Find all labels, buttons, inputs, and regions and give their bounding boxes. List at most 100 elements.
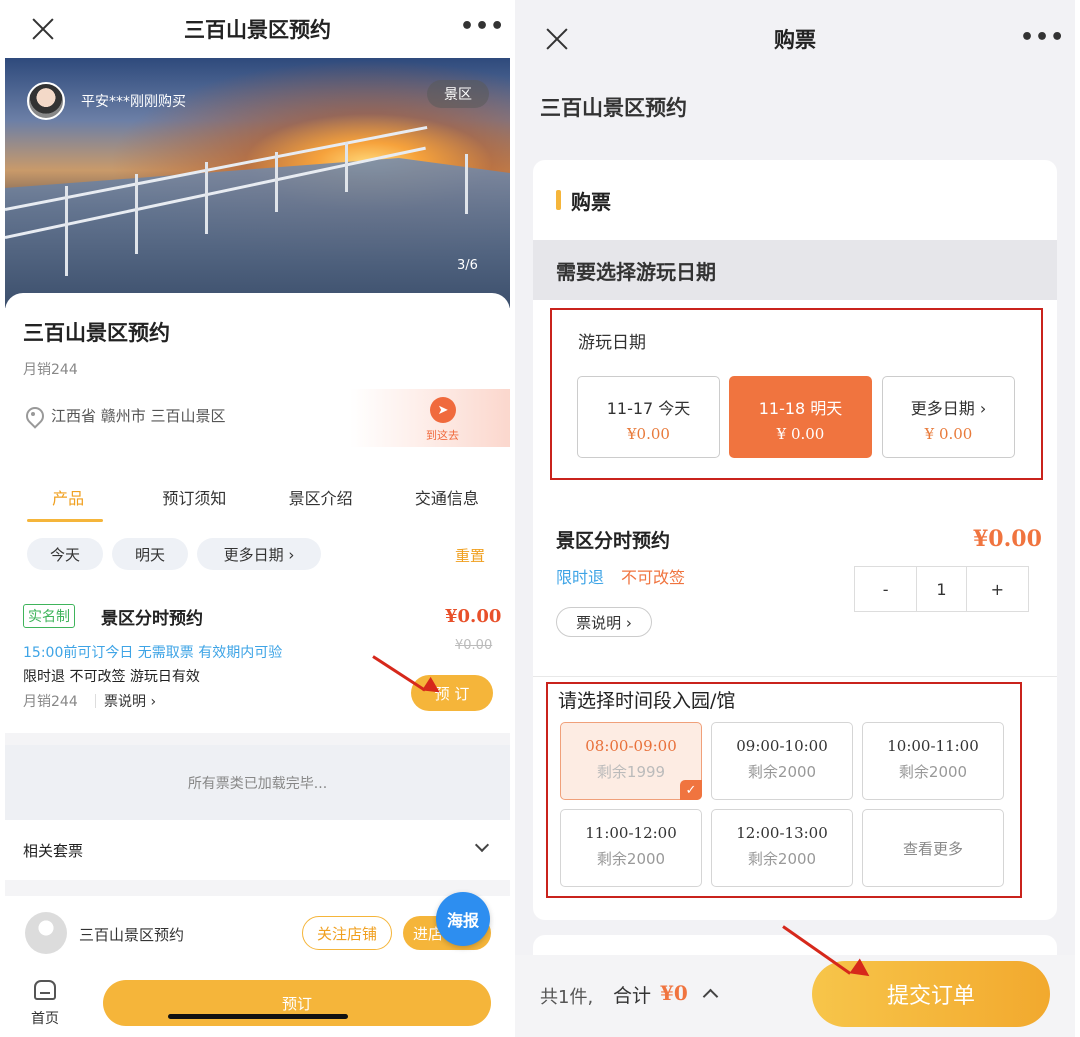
slot-remaining: 剩余2000 bbox=[747, 763, 817, 781]
time-slot-1000[interactable]: 10:00-11:00 剩余2000 bbox=[862, 722, 1004, 800]
check-icon: ✓ bbox=[680, 780, 702, 800]
slot-time: 10:00-11:00 bbox=[887, 737, 979, 755]
date-option-price: ¥ 0.00 bbox=[776, 425, 825, 443]
no-change-tag: 不可改签 bbox=[621, 568, 686, 587]
page-heading: 三百山景区预约 bbox=[540, 96, 687, 120]
ticket-name: 景区分时预约 bbox=[556, 530, 671, 552]
ticket-sales: 月销244 bbox=[23, 694, 78, 710]
related-bundles-label: 相关套票 bbox=[23, 842, 84, 860]
slot-time: 12:00-13:00 bbox=[736, 824, 828, 842]
monthly-sales: 月销244 bbox=[23, 362, 78, 378]
slot-time: 08:00-09:00 bbox=[585, 737, 677, 755]
tab-transport[interactable]: 交通信息 bbox=[384, 479, 510, 523]
location-row: 江西省 赣州市 三百山景区 bbox=[23, 405, 226, 426]
time-slot-1100[interactable]: 11:00-12:00 剩余2000 bbox=[560, 809, 702, 887]
home-label[interactable]: 首页 bbox=[31, 1008, 59, 1028]
recent-buyer: 平安***刚刚购买 bbox=[27, 82, 186, 120]
chevron-up-icon[interactable] bbox=[702, 988, 719, 1005]
store-name: 三百山景区预约 bbox=[79, 926, 185, 944]
more-icon[interactable]: ••• bbox=[1020, 25, 1065, 50]
need-date-banner: 需要选择游玩日期 bbox=[533, 240, 1057, 300]
total-count: 共1件, bbox=[540, 987, 594, 1008]
section-title: 购票 bbox=[571, 190, 611, 214]
section-marker bbox=[556, 190, 561, 210]
ticket-description-link[interactable]: 票说明 › bbox=[104, 691, 156, 711]
slot-time: 09:00-10:00 bbox=[736, 737, 828, 755]
ticket-item: 实名制 景区分时预约 ¥0.00 ¥0.00 15:00前可订今日 无需取票 有… bbox=[5, 598, 510, 738]
slot-view-more-label: 查看更多 bbox=[902, 840, 963, 858]
home-icon[interactable] bbox=[34, 980, 56, 1000]
slot-remaining: 剩余1999 bbox=[596, 763, 666, 781]
purchase-card: 购票 需要选择游玩日期 游玩日期 11-17 今天 ¥0.00 11-18 明天… bbox=[533, 160, 1057, 920]
date-option-today[interactable]: 11-17 今天 ¥0.00 bbox=[577, 376, 720, 458]
slot-remaining: 剩余2000 bbox=[596, 850, 666, 868]
date-option-tomorrow[interactable]: 11-18 明天 ¥ 0.00 bbox=[729, 376, 872, 458]
realname-badge: 实名制 bbox=[23, 604, 75, 628]
bridge-image bbox=[5, 158, 510, 308]
quantity-value[interactable]: 1 bbox=[916, 567, 967, 611]
divider bbox=[533, 676, 1057, 677]
close-icon[interactable] bbox=[543, 25, 571, 53]
date-option-price: ¥0.00 bbox=[627, 425, 670, 443]
time-slot-0900[interactable]: 09:00-10:00 剩余2000 bbox=[711, 722, 853, 800]
tab-products[interactable]: 产品 bbox=[5, 479, 131, 523]
product-tabs: 产品 预订须知 景区介绍 交通信息 bbox=[5, 479, 510, 523]
location-text: 江西省 赣州市 三百山景区 bbox=[51, 407, 226, 425]
ticket-name: 景区分时预约 bbox=[101, 609, 203, 629]
right-nav-title: 购票 bbox=[774, 28, 816, 52]
ticket-tags: 限时退 不可改签 游玩日有效 bbox=[23, 669, 200, 685]
decrement-button[interactable]: - bbox=[855, 567, 916, 611]
location-pin-icon bbox=[23, 406, 43, 426]
left-nav-title: 三百山景区预约 bbox=[184, 18, 331, 42]
divider bbox=[95, 694, 96, 708]
ticket-price: ¥0.00 bbox=[445, 606, 502, 627]
slot-remaining: 剩余2000 bbox=[747, 850, 817, 868]
tab-booking-notes[interactable]: 预订须知 bbox=[131, 479, 257, 523]
left-screen: 三百山景区预约 ••• 3/6 平安***刚刚购买 景区 三百山景区预约 月销2… bbox=[5, 0, 510, 1037]
home-indicator bbox=[168, 1014, 348, 1019]
more-icon[interactable]: ••• bbox=[460, 14, 505, 39]
refund-tag: 限时退 bbox=[556, 568, 605, 587]
time-slot-highlight: 请选择时间段入园/馆 08:00-09:00 剩余1999 ✓ 09:00-10… bbox=[546, 682, 1022, 898]
chevron-down-icon[interactable] bbox=[474, 837, 490, 853]
recent-buyer-text: 平安***刚刚购买 bbox=[81, 94, 186, 110]
tab-scenic-intro[interactable]: 景区介绍 bbox=[258, 479, 384, 523]
chip-tomorrow[interactable]: 明天 bbox=[112, 538, 188, 570]
increment-button[interactable]: + bbox=[967, 567, 1028, 611]
reserve-button[interactable]: 预订 bbox=[103, 980, 491, 1026]
date-selection-highlight: 游玩日期 11-17 今天 ¥0.00 11-18 明天 ¥ 0.00 更多日期… bbox=[550, 308, 1043, 480]
date-option-label: 更多日期 › bbox=[910, 399, 987, 418]
date-option-more[interactable]: 更多日期 › ¥ 0.00 bbox=[882, 376, 1015, 458]
product-info-card: 三百山景区预约 月销244 江西省 赣州市 三百山景区 ➤ 到这去 产品 预订须… bbox=[5, 293, 510, 733]
ticket-booking-info: 15:00前可订今日 无需取票 有效期内可验 bbox=[23, 645, 283, 661]
need-date-text: 需要选择游玩日期 bbox=[556, 260, 716, 284]
right-screen: 购票 ••• 三百山景区预约 购票 需要选择游玩日期 游玩日期 11-17 今天… bbox=[515, 0, 1075, 1037]
scenic-badge: 景区 bbox=[427, 80, 489, 108]
book-button[interactable]: 预 订 bbox=[411, 675, 493, 711]
chip-today[interactable]: 今天 bbox=[27, 538, 103, 570]
slot-time: 11:00-12:00 bbox=[585, 824, 677, 842]
image-counter: 3/6 bbox=[457, 258, 478, 273]
poster-button[interactable]: 海报 bbox=[436, 892, 490, 946]
active-tab-indicator bbox=[27, 519, 103, 522]
view-more-slots[interactable]: 查看更多 bbox=[862, 809, 1004, 887]
time-slot-0800[interactable]: 08:00-09:00 剩余1999 ✓ bbox=[560, 722, 702, 800]
date-option-label: 11-18 明天 bbox=[758, 399, 843, 418]
ticket-note-button[interactable]: 票说明 › bbox=[556, 607, 652, 637]
quantity-stepper: - 1 + bbox=[854, 566, 1029, 612]
checkout-bar: 共1件, 合计 ¥0 提交订单 bbox=[515, 955, 1075, 1037]
date-chips: 今天 明天 更多日期 › bbox=[27, 538, 321, 570]
ticket-price: ¥0.00 bbox=[973, 526, 1042, 552]
follow-store-button[interactable]: 关注店铺 bbox=[302, 916, 392, 950]
navigate-label[interactable]: 到这去 bbox=[426, 427, 459, 443]
visit-date-label: 游玩日期 bbox=[578, 333, 646, 353]
time-slot-1200[interactable]: 12:00-13:00 剩余2000 bbox=[711, 809, 853, 887]
chip-more-dates[interactable]: 更多日期 › bbox=[197, 538, 321, 570]
time-slot-heading: 请选择时间段入园/馆 bbox=[558, 690, 736, 712]
navigate-icon[interactable]: ➤ bbox=[430, 397, 456, 423]
date-option-label: 11-17 今天 bbox=[606, 399, 691, 418]
left-bottom-bar: 首页 预订 bbox=[5, 970, 510, 1037]
related-bundles-row[interactable]: 相关套票 bbox=[5, 820, 510, 880]
reset-link[interactable]: 重置 bbox=[455, 545, 485, 566]
close-icon[interactable] bbox=[29, 15, 57, 43]
